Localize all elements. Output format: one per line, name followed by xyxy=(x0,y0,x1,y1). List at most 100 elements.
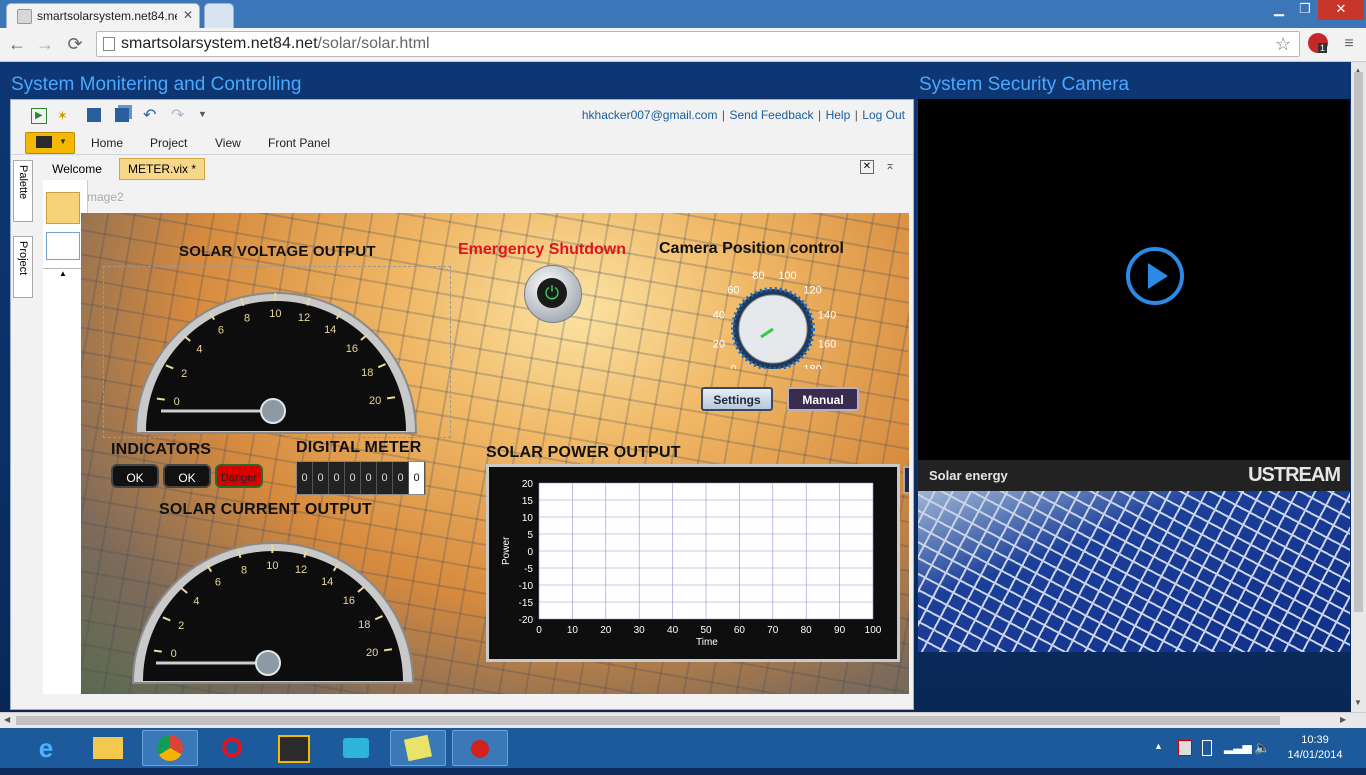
ribbon-tab-front-panel[interactable]: Front Panel xyxy=(268,136,330,150)
new-tab-button[interactable] xyxy=(204,3,234,28)
clock[interactable]: 10:39 14/01/2014 xyxy=(1280,733,1350,763)
signal-icon[interactable]: ▂▃▅ xyxy=(1224,740,1252,754)
gauge-tick-label: 4 xyxy=(196,344,202,356)
help-link[interactable]: Help xyxy=(826,108,851,122)
knob-tick-label: 160 xyxy=(818,339,836,351)
remote-desktop-icon[interactable] xyxy=(328,730,384,766)
y-tick-label: -15 xyxy=(519,598,534,609)
tray-expand-icon[interactable]: ▲ xyxy=(1154,741,1163,751)
browser-tab-active[interactable]: smartsolarsystem.net84.ne ✕ xyxy=(6,3,200,28)
digital-meter-display: 0 0 0 0 0 0 0 0 xyxy=(296,461,426,495)
tab-close-icon[interactable]: ✕ xyxy=(183,8,193,22)
knob-tick-label: 120 xyxy=(803,284,821,296)
vertical-scroll-thumb[interactable] xyxy=(1354,72,1363,612)
knob-tick-label: 60 xyxy=(727,284,739,296)
block-diagram-icon[interactable] xyxy=(46,232,80,260)
side-tab-project-label: Project xyxy=(17,241,29,275)
opera-icon[interactable]: O xyxy=(204,730,260,766)
extension-icon[interactable]: 1 xyxy=(1308,33,1328,53)
address-bar[interactable]: smartsolarsystem.net84.net/solar/solar.h… xyxy=(96,31,1300,57)
restore-panel-icon[interactable]: ⌅ xyxy=(885,158,895,172)
labview-icon[interactable] xyxy=(266,730,322,766)
camera-player[interactable]: Solar energy USTREAM xyxy=(918,99,1350,652)
play-icon[interactable] xyxy=(1126,247,1184,305)
current-needle-hub xyxy=(256,651,280,675)
customize-dropdown-icon[interactable]: ▼ xyxy=(198,109,207,119)
app-menu-button[interactable]: ▼ xyxy=(25,132,75,154)
scroll-down-icon[interactable]: ▼ xyxy=(1354,698,1362,707)
doc-tab-meter[interactable]: METER.vix * xyxy=(119,158,205,180)
browser-title-bar: smartsolarsystem.net84.ne ✕ ▁ ❐ ✕ xyxy=(0,0,1366,28)
y-tick-label: -5 xyxy=(524,564,533,575)
voltage-gauge: 02468101214161820 xyxy=(131,273,421,435)
redo-icon[interactable]: ↷ xyxy=(171,105,184,125)
save-icon[interactable] xyxy=(87,108,101,122)
x-tick-label: 60 xyxy=(734,625,746,636)
chevron-down-icon: ▼ xyxy=(59,137,67,146)
sticky-notes-icon[interactable] xyxy=(390,730,446,766)
horizontal-scroll-thumb[interactable] xyxy=(16,716,1280,725)
x-tick-label: 30 xyxy=(634,625,646,636)
gauge-tick-label: 12 xyxy=(295,564,307,576)
side-tab-palette-label: Palette xyxy=(17,165,29,199)
gauge-tick-label: 16 xyxy=(343,595,355,607)
ribbon-tab-view[interactable]: View xyxy=(215,136,241,150)
ribbon-tab-project[interactable]: Project xyxy=(150,136,187,150)
indicator-ok-1: OK xyxy=(111,464,159,488)
camera-knob[interactable]: 020406080100120140160180 xyxy=(693,257,865,369)
front-panel-icon[interactable] xyxy=(46,192,80,224)
knob-tick-label: 80 xyxy=(752,270,764,282)
volume-icon[interactable]: 🔈 xyxy=(1254,740,1270,756)
indicators-title: INDICATORS xyxy=(111,441,211,459)
undo-icon[interactable]: ↶ xyxy=(143,105,156,125)
browser-toolbar: ← → ⟳ smartsolarsystem.net84.net/solar/s… xyxy=(0,28,1366,62)
collapse-up-icon[interactable]: ▲ xyxy=(43,268,83,281)
chrome-icon[interactable] xyxy=(142,730,198,766)
send-feedback-link[interactable]: Send Feedback xyxy=(729,108,813,122)
manual-button[interactable]: Manual xyxy=(787,387,859,411)
flag-icon[interactable] xyxy=(1178,740,1192,756)
run-icon[interactable]: ▶ xyxy=(31,108,47,124)
ie-icon[interactable]: e xyxy=(18,730,74,766)
x-tick-label: 20 xyxy=(600,625,612,636)
run-continuous-icon[interactable]: ✶ xyxy=(57,108,73,124)
gauge-tick-mark xyxy=(387,397,395,398)
hamburger-menu-icon[interactable]: ≡ xyxy=(1336,31,1362,57)
back-arrow-icon[interactable]: ← xyxy=(4,31,30,57)
minimize-icon[interactable]: ▁ xyxy=(1266,0,1292,20)
emergency-shutdown-button[interactable]: ⏻ xyxy=(524,265,582,323)
gauge-tick-label: 0 xyxy=(171,648,177,660)
x-tick-label: 50 xyxy=(700,625,712,636)
close-window-icon[interactable]: ✕ xyxy=(1318,0,1364,20)
forward-arrow-icon[interactable]: → xyxy=(32,31,58,57)
restore-icon[interactable]: ❐ xyxy=(1292,0,1318,20)
settings-button[interactable]: Settings xyxy=(701,387,773,411)
horizontal-scrollbar[interactable]: ◀ ▶ xyxy=(0,712,1366,728)
ribbon-tab-home[interactable]: Home xyxy=(91,136,123,150)
vertical-scrollbar[interactable]: ▲ ▼ xyxy=(1351,62,1366,712)
close-doc-icon[interactable]: ✕ xyxy=(860,160,874,174)
side-tab-project[interactable]: Project xyxy=(13,236,33,298)
scroll-left-icon[interactable]: ◀ xyxy=(4,715,10,724)
gauge-tick-label: 16 xyxy=(346,343,358,355)
y-tick-label: 15 xyxy=(522,496,534,507)
red-button-icon[interactable] xyxy=(452,730,508,766)
chart-legend-handle[interactable] xyxy=(903,466,909,494)
star-icon[interactable]: ☆ xyxy=(1275,32,1291,56)
gauge-tick-label: 10 xyxy=(269,308,281,320)
log-out-link[interactable]: Log Out xyxy=(862,108,905,122)
gauge-tick-label: 20 xyxy=(369,395,381,407)
knob-tick-label: 140 xyxy=(818,310,836,322)
url-host: smartsolarsystem.net84.net xyxy=(121,35,318,52)
side-tab-palette[interactable]: Palette xyxy=(13,160,33,222)
battery-icon[interactable] xyxy=(1202,740,1212,756)
page-info-icon[interactable] xyxy=(103,37,115,51)
digit: 0 xyxy=(393,462,409,494)
file-explorer-icon[interactable] xyxy=(80,730,136,766)
scroll-right-icon[interactable]: ▶ xyxy=(1340,715,1346,724)
x-tick-label: 70 xyxy=(767,625,779,636)
save-all-icon[interactable] xyxy=(115,108,129,122)
doc-tab-welcome[interactable]: Welcome xyxy=(45,158,109,180)
user-email-link[interactable]: hkhacker007@gmail.com xyxy=(582,108,718,122)
reload-icon[interactable]: ⟳ xyxy=(62,31,88,57)
